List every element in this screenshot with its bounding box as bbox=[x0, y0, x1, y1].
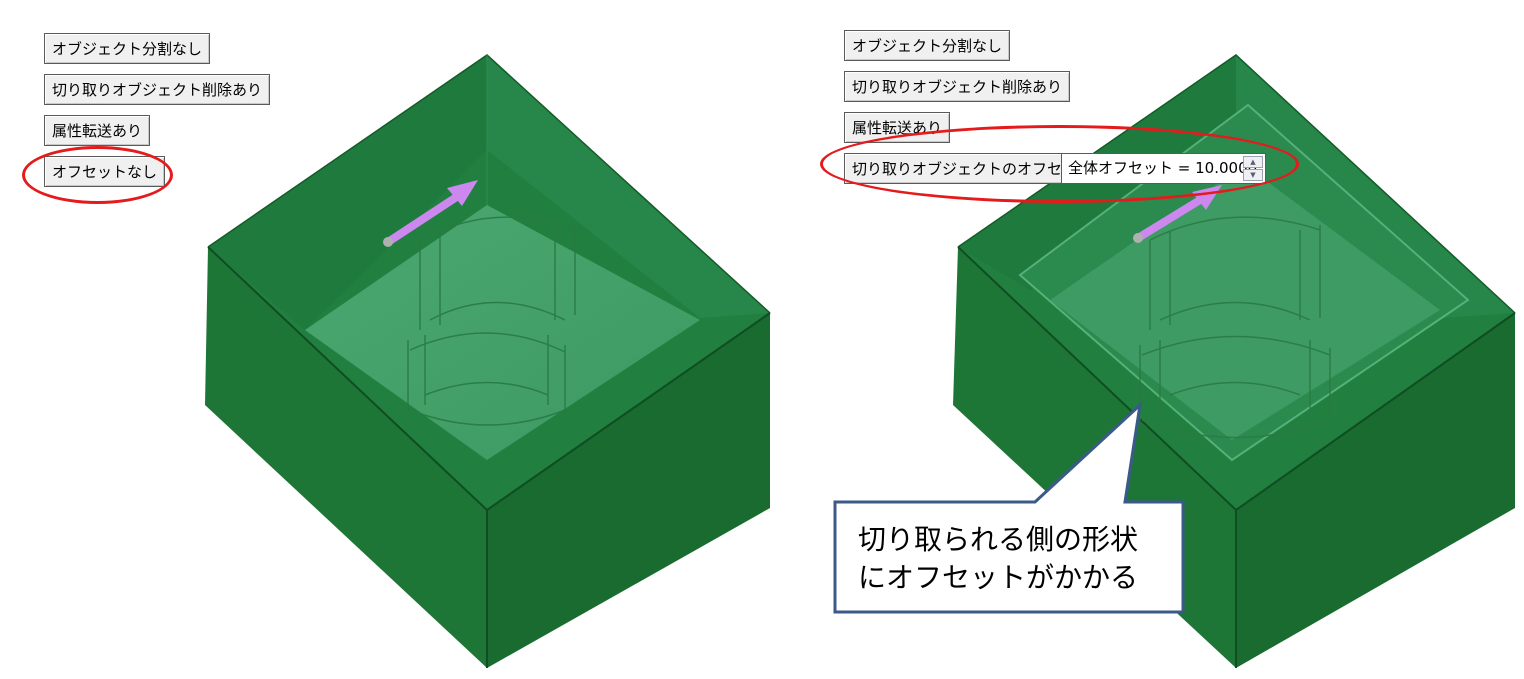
no-object-split-button[interactable]: オブジェクト分割なし bbox=[44, 33, 211, 64]
highlight-ellipse-right bbox=[820, 125, 1299, 203]
highlight-ellipse-left bbox=[22, 146, 173, 204]
delete-cut-object-button[interactable]: 切り取りオブジェクト削除あり bbox=[844, 71, 1071, 102]
callout-line-1: 切り取られる側の形状 bbox=[857, 523, 1138, 556]
delete-cut-object-button[interactable]: 切り取りオブジェクト削除あり bbox=[44, 74, 271, 105]
attribute-transfer-button[interactable]: 属性転送あり bbox=[44, 115, 151, 146]
callout-text: 切り取られる側の形状 にオフセットがかかる bbox=[838, 521, 1158, 597]
left-box-solid bbox=[205, 54, 771, 668]
no-object-split-button[interactable]: オブジェクト分割なし bbox=[844, 30, 1011, 61]
callout-line-2: にオフセットがかかる bbox=[857, 561, 1138, 594]
